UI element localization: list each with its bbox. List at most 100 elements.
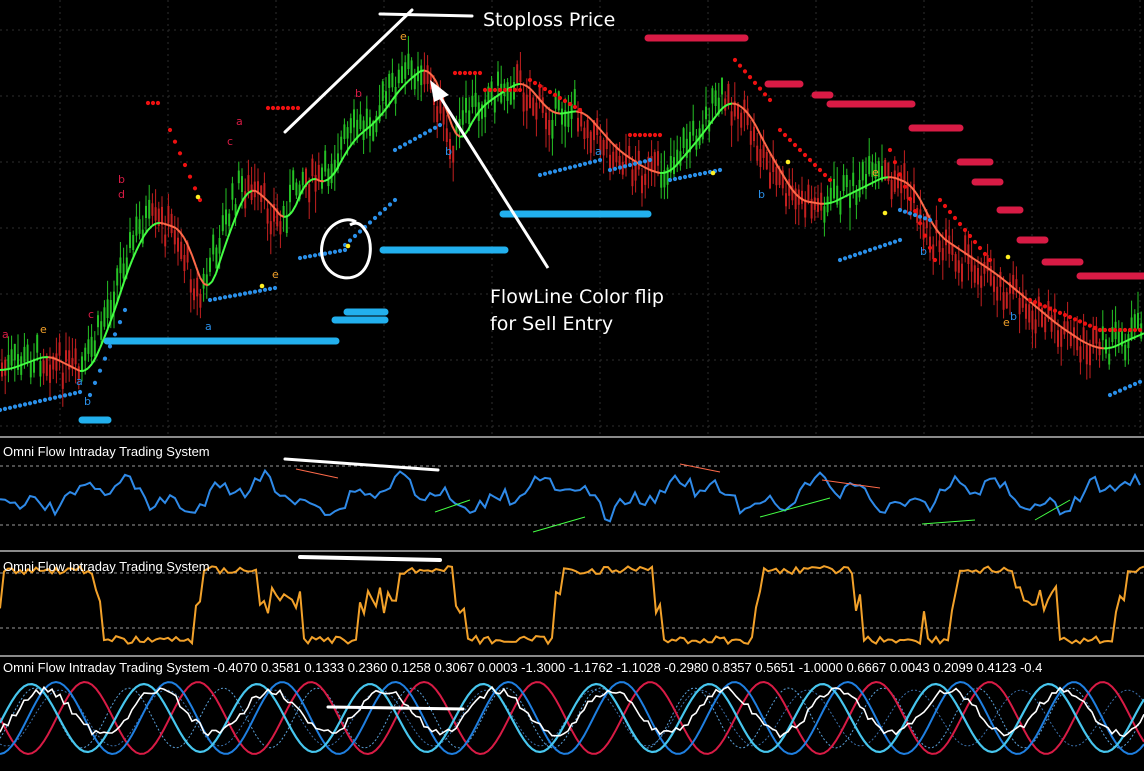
support-dot (77, 389, 83, 395)
resistance-dot (1047, 306, 1053, 311)
support-dot (592, 159, 598, 164)
candle-body (682, 128, 685, 148)
support-dot (682, 174, 688, 180)
candle-body (103, 307, 106, 327)
resistance-dot (502, 87, 508, 93)
support-dot (302, 255, 308, 260)
candle-body (730, 111, 733, 126)
candle-body (941, 248, 944, 261)
resistance-dot (627, 132, 633, 138)
candle-body (893, 170, 896, 192)
resistance-dot (987, 257, 993, 263)
candle-body (929, 236, 931, 253)
candle-body (471, 95, 474, 108)
resistance-dot (527, 77, 533, 83)
support-dot (1117, 388, 1123, 393)
stoploss-level-annotation (378, 12, 474, 18)
support-dot (232, 293, 238, 298)
support-dot (237, 292, 243, 297)
resistance-dot (1137, 327, 1143, 333)
candle-body (516, 64, 519, 84)
resistance-dot (472, 70, 478, 76)
candle-body (714, 90, 717, 106)
flowline-segment (163, 222, 169, 226)
signal-dot (785, 159, 791, 165)
resistance-dot (557, 95, 563, 101)
resistance-dot (972, 239, 978, 245)
candle-body (474, 92, 477, 107)
support-dot (327, 250, 333, 255)
support-dot (332, 249, 338, 254)
resistance-dot (1082, 321, 1088, 326)
support-dot (227, 294, 233, 299)
resistance-dot (145, 100, 151, 106)
resistance-dot (275, 105, 281, 111)
candle-body (13, 343, 16, 361)
resistance-dot (957, 221, 963, 227)
support-dot (372, 215, 378, 221)
candle-body (666, 167, 669, 185)
candle-body (977, 268, 979, 285)
candle-body (180, 241, 183, 259)
support-dot (367, 220, 373, 225)
candle-body (1137, 312, 1139, 329)
candle-body (215, 247, 218, 269)
candle-body (4, 359, 7, 376)
chart-window[interactable]: a ecbdabaacebeb abebe b Stoploss Price Flow… (0, 0, 1144, 771)
resistance-dot (797, 147, 803, 153)
support-dot (622, 164, 628, 169)
flowline-segment (891, 176, 897, 180)
candle-body (996, 286, 999, 301)
candle-body (762, 145, 765, 158)
support-dot (62, 393, 68, 398)
support-dot (917, 214, 923, 219)
resistance-dot (547, 89, 553, 95)
candle-body (753, 126, 755, 141)
candle-body (845, 175, 848, 188)
candle-body (23, 346, 26, 363)
candle-body (1124, 344, 1127, 361)
support-dot (612, 166, 618, 171)
candle-body (583, 127, 586, 139)
flowline-segment (419, 69, 425, 73)
candle-body (65, 350, 67, 362)
candle-body (586, 119, 589, 139)
support-dot (627, 162, 633, 168)
resistance-dot (977, 245, 983, 251)
flowline-segment (47, 356, 53, 359)
resistance-dot (1037, 302, 1043, 307)
candle-body (420, 65, 423, 86)
candle-body (637, 150, 640, 170)
candle-body (890, 180, 893, 200)
candle-body (93, 340, 96, 357)
resistance-dot (172, 139, 178, 144)
support-dot (252, 289, 258, 294)
candle-body (756, 145, 759, 161)
candle-body (61, 372, 64, 389)
resistance-dot (782, 132, 788, 138)
support-dot (107, 344, 113, 349)
resistance-dot (942, 203, 948, 209)
candle-body (721, 77, 723, 95)
wave-letter-marker: a (76, 375, 83, 388)
wave-letter-marker: e (400, 30, 407, 43)
flowline-segment (23, 361, 29, 365)
wave-letter-marker: a (595, 145, 602, 158)
support-dot (542, 171, 548, 176)
resistance-dot (562, 98, 568, 104)
candle-body (170, 213, 173, 234)
candle-body (87, 339, 90, 354)
support-dot (377, 211, 383, 216)
candle-body (343, 124, 346, 139)
candle-body (621, 161, 624, 175)
candle-body (506, 82, 509, 101)
support-dot (667, 177, 673, 183)
candle-body (301, 171, 304, 186)
support-dot (112, 332, 118, 337)
candle-body (241, 176, 243, 192)
support-dot (247, 290, 253, 295)
candle-body (903, 163, 906, 182)
flowline-segment (31, 358, 37, 362)
candle-body (1105, 339, 1107, 354)
support-dot (572, 164, 578, 169)
